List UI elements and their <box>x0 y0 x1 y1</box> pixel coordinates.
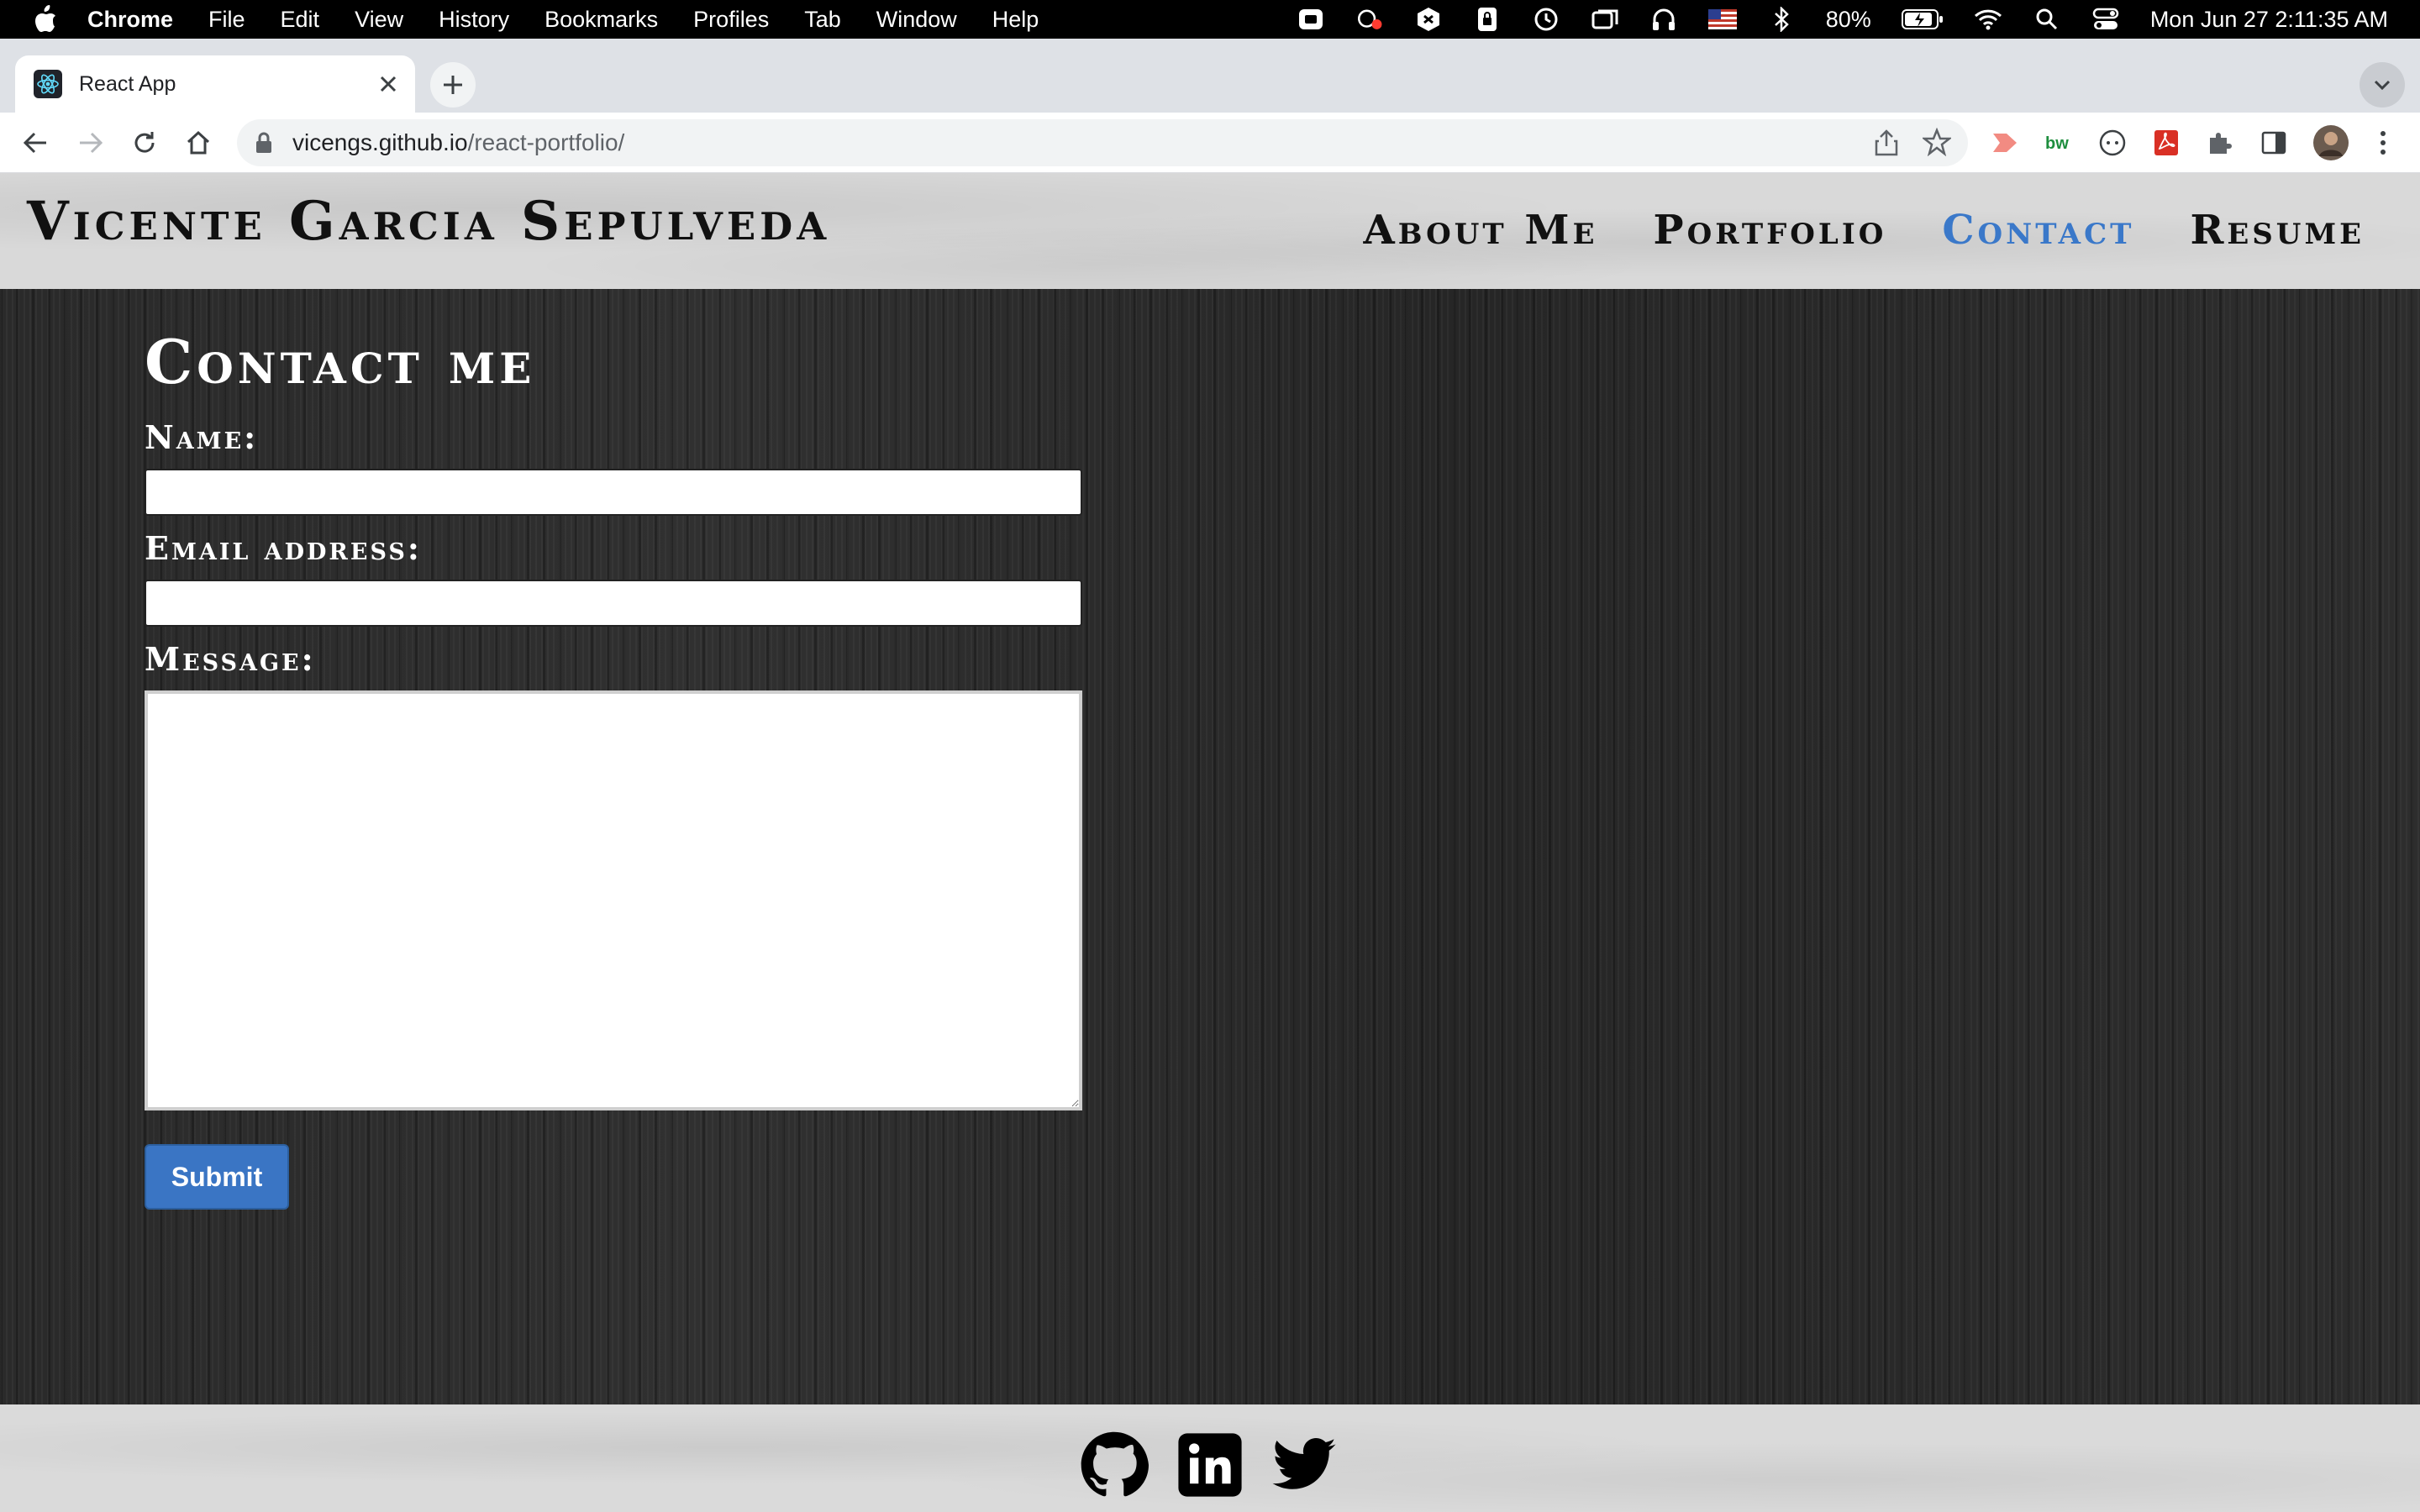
url-path: /react-portfolio/ <box>467 129 625 155</box>
message-textarea[interactable] <box>145 690 1082 1110</box>
tab-search-button[interactable] <box>2360 62 2405 108</box>
menu-clock[interactable]: Mon Jun 27 2:11:35 AM <box>2150 7 2388 33</box>
react-favicon-icon <box>34 70 62 98</box>
menu-window[interactable]: Window <box>876 7 957 33</box>
battery-icon[interactable] <box>1901 7 1944 32</box>
home-button[interactable] <box>180 124 217 161</box>
bookmark-star-icon[interactable] <box>1921 127 1953 158</box>
nav-contact[interactable]: Contact <box>1942 207 2134 254</box>
site-brand: Vicente Garcia Sepulveda <box>27 190 831 253</box>
screen-record-icon[interactable] <box>1297 7 1325 32</box>
menu-view[interactable]: View <box>355 7 403 33</box>
email-label: Email address: <box>145 529 422 567</box>
side-panel-icon[interactable] <box>2259 128 2289 158</box>
menu-app-name[interactable]: Chrome <box>87 7 173 33</box>
browser-tab-strip: React App <box>0 39 2420 113</box>
headphones-icon[interactable] <box>1649 7 1678 32</box>
profile-avatar[interactable] <box>2312 124 2349 161</box>
site-nav: About Me Portfolio Contact Resume <box>1364 207 2365 254</box>
site-header: Vicente Garcia Sepulveda About Me Portfo… <box>0 173 2420 289</box>
email-field[interactable] <box>145 580 1082 627</box>
macos-menu-bar: Chrome File Edit View History Bookmarks … <box>0 0 2420 39</box>
menu-edit[interactable]: Edit <box>281 7 320 33</box>
apple-menu-icon[interactable] <box>29 3 62 36</box>
submit-button[interactable]: Submit <box>145 1144 289 1210</box>
menu-help[interactable]: Help <box>992 7 1039 33</box>
name-label: Name: <box>145 418 259 456</box>
message-label: Message: <box>145 640 316 678</box>
browser-tab-active[interactable]: React App <box>15 55 415 113</box>
lock-icon[interactable] <box>254 131 277 155</box>
status-area: 80% Mon Jun 27 2:11:35 AM <box>1297 0 2388 39</box>
new-tab-button[interactable] <box>430 62 476 108</box>
svg-text:bw: bw <box>2045 134 2069 153</box>
extensions-puzzle-icon[interactable] <box>2205 128 2235 158</box>
github-icon[interactable] <box>1079 1430 1150 1500</box>
tab-close-icon[interactable] <box>375 71 402 97</box>
site-footer <box>0 1404 2420 1512</box>
share-icon[interactable] <box>1874 129 1901 156</box>
menu-tab[interactable]: Tab <box>804 7 841 33</box>
page-viewport: Vicente Garcia Sepulveda About Me Portfo… <box>0 173 2420 1512</box>
cloud-sync-icon[interactable] <box>1355 7 1384 32</box>
twitter-icon[interactable] <box>1269 1430 1339 1500</box>
nav-about-me[interactable]: About Me <box>1364 207 1598 254</box>
nav-portfolio[interactable]: Portfolio <box>1653 207 1886 254</box>
menu-bookmarks[interactable]: Bookmarks <box>544 7 658 33</box>
menu-file[interactable]: File <box>208 7 245 33</box>
extension-play-icon[interactable] <box>1990 128 2020 158</box>
window-switch-icon[interactable] <box>1591 7 1619 32</box>
extension-bw-icon[interactable]: bw <box>2044 128 2074 158</box>
reload-button[interactable] <box>126 124 163 161</box>
extension-circle-icon[interactable] <box>2097 128 2128 158</box>
battery-percent: 80% <box>1825 6 1871 32</box>
nav-resume[interactable]: Resume <box>2190 207 2365 254</box>
name-field[interactable] <box>145 469 1082 516</box>
tab-title: React App <box>79 71 176 96</box>
menu-history[interactable]: History <box>439 7 509 33</box>
bluetooth-icon[interactable] <box>1767 7 1796 32</box>
control-center-icon[interactable] <box>2091 7 2120 32</box>
url-host: vicengs.github.io <box>292 129 468 155</box>
url-text[interactable]: vicengs.github.io/react-portfolio/ <box>292 129 624 156</box>
spotlight-search-icon[interactable] <box>2033 7 2061 32</box>
wifi-icon[interactable] <box>1974 7 2002 32</box>
menu-profiles[interactable]: Profiles <box>693 7 769 33</box>
forward-button[interactable] <box>72 124 109 161</box>
page-title: Contact me <box>145 326 536 397</box>
lock-status-icon[interactable] <box>1473 7 1502 32</box>
address-bar[interactable]: vicengs.github.io/react-portfolio/ <box>237 119 1968 166</box>
extension-cube-icon[interactable] <box>1414 7 1443 32</box>
browser-menu-icon[interactable] <box>2368 128 2398 158</box>
back-button[interactable] <box>17 124 54 161</box>
time-machine-icon[interactable] <box>1532 7 1560 32</box>
linkedin-icon[interactable] <box>1175 1430 1245 1500</box>
contact-section: Contact me Name: Email address: Message:… <box>0 289 2420 1404</box>
extension-pdf-icon[interactable] <box>2151 128 2181 158</box>
us-flag-icon[interactable] <box>1707 7 1737 32</box>
browser-toolbar: vicengs.github.io/react-portfolio/ bw <box>0 113 2420 173</box>
